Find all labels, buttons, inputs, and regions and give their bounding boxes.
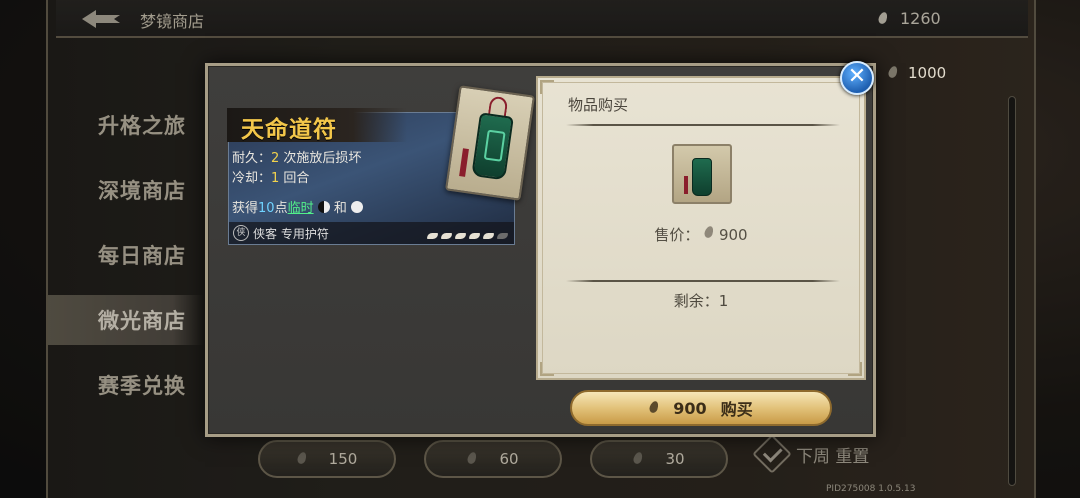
purchase-panel: 物品购买 售价： 900 剩余：1 — [536, 76, 866, 380]
corner-ornament — [540, 362, 554, 376]
currency-secondary-value: 1000 — [908, 64, 947, 82]
remaining-label: 剩余： — [673, 292, 719, 310]
price-line: 售价： 900 — [538, 224, 864, 245]
cooldown-suffix: 回合 — [279, 171, 310, 186]
feather-icon — [469, 233, 480, 239]
gain-effect-link[interactable]: 临时 — [288, 201, 314, 216]
rarity-feathers — [427, 233, 508, 239]
gain-prefix: 获得 — [232, 201, 259, 216]
price-value: 900 — [718, 226, 748, 244]
corner-ornament — [540, 80, 554, 94]
buy-price: 900 — [673, 398, 707, 418]
talisman-plate — [692, 158, 712, 196]
feather-icon — [483, 233, 494, 239]
currency-secondary: 1000 — [888, 64, 946, 82]
panel-title: 物品购买 — [568, 96, 629, 114]
buy-button[interactable]: 900 购买 — [570, 390, 832, 426]
feather-icon — [427, 233, 438, 239]
price-label: 售价： — [654, 226, 700, 244]
currency-icon — [704, 226, 714, 240]
currency-icon — [649, 401, 659, 415]
durability-label: 耐久： — [232, 151, 272, 166]
feather-icon — [441, 233, 452, 239]
close-icon[interactable]: ✕ — [840, 61, 874, 95]
gain-value: 10 — [258, 201, 275, 216]
feather-icon — [497, 233, 508, 239]
talisman-artwork — [444, 85, 536, 201]
divider — [566, 124, 840, 126]
talisman-tassel — [459, 148, 469, 177]
feather-icon — [455, 233, 466, 239]
item-name: 天命道符 — [241, 116, 337, 143]
cooldown-line: 冷却：1 回合 — [232, 167, 309, 186]
remaining-value: 1 — [718, 292, 729, 310]
talisman-tassel — [684, 176, 688, 194]
purchase-dialog: 天命道符 耐久：2 次施放后损坏 冷却：1 回合 获得10点临时 和 侠 侠客 … — [205, 61, 876, 437]
gain-unit: 点 — [274, 201, 288, 216]
corner-ornament — [848, 362, 862, 376]
yang-icon — [351, 201, 364, 213]
card-footer-text: 侠客 专用护符 — [253, 226, 329, 241]
item-thumbnail — [672, 144, 732, 204]
divider — [566, 280, 840, 282]
remaining-line: 剩余：1 — [538, 290, 864, 311]
durability-suffix: 次施放后损坏 — [279, 151, 362, 166]
cooldown-label: 冷却： — [232, 171, 272, 186]
durability-line: 耐久：2 次施放后损坏 — [232, 147, 361, 166]
buy-label: 购买 — [720, 400, 753, 419]
yin-icon — [317, 201, 330, 213]
talisman-plate — [471, 112, 514, 181]
class-icon: 侠 — [233, 225, 249, 241]
gain-line: 获得10点临时 和 — [232, 197, 364, 216]
card-footer: 侠 侠客 专用护符 — [229, 222, 514, 244]
gain-and: 和 — [333, 201, 347, 216]
currency-icon — [888, 66, 898, 80]
